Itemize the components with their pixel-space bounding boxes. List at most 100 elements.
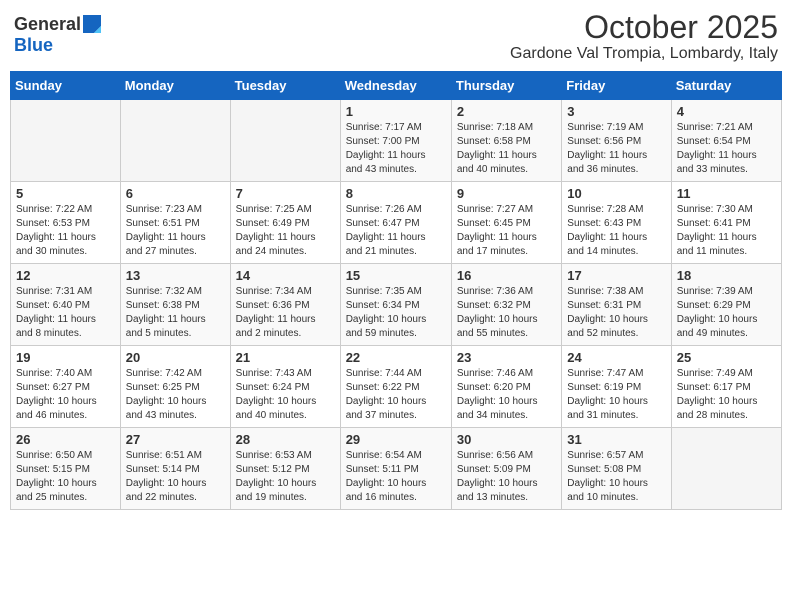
header-saturday: Saturday bbox=[671, 72, 781, 100]
day-info: Sunrise: 7:42 AM Sunset: 6:25 PM Dayligh… bbox=[126, 367, 225, 423]
calendar-cell: 7Sunrise: 7:25 AM Sunset: 6:49 PM Daylig… bbox=[230, 182, 340, 264]
header-monday: Monday bbox=[120, 72, 230, 100]
day-info: Sunrise: 7:30 AM Sunset: 6:41 PM Dayligh… bbox=[677, 203, 776, 259]
day-number: 18 bbox=[677, 268, 776, 283]
header-tuesday: Tuesday bbox=[230, 72, 340, 100]
day-number: 2 bbox=[457, 104, 556, 119]
day-number: 1 bbox=[346, 104, 446, 119]
calendar-cell: 13Sunrise: 7:32 AM Sunset: 6:38 PM Dayli… bbox=[120, 264, 230, 346]
calendar-week-3: 12 Sunrise: 7:31 AM Sunset: 6:40 PM Dayli… bbox=[11, 264, 782, 346]
calendar-cell: 19 Sunrise: 7:40 AM Sunset: 6:27 PM Dayli… bbox=[11, 346, 121, 428]
calendar-table: Sunday Monday Tuesday Wednesday Thursday… bbox=[10, 71, 782, 510]
calendar-week-2: 5 Sunrise: 7:22 AM Sunset: 6:53 PM Daylig… bbox=[11, 182, 782, 264]
day-info: Sunrise: 7:32 AM Sunset: 6:38 PM Dayligh… bbox=[126, 285, 225, 341]
calendar-cell: 28 Sunrise: 6:53 AM Sunset: 5:12 PM Dayli… bbox=[230, 428, 340, 510]
day-number: 14 bbox=[236, 268, 335, 283]
day-number: 22 bbox=[346, 350, 446, 365]
day-info: Sunrise: 6:53 AM Sunset: 5:12 PM Dayligh… bbox=[236, 449, 335, 505]
calendar-cell: 2Sunrise: 7:18 AM Sunset: 6:58 PM Daylig… bbox=[451, 100, 561, 182]
calendar-cell: 3Sunrise: 7:19 AM Sunset: 6:56 PM Daylig… bbox=[562, 100, 671, 182]
day-info: Sunrise: 6:54 AM Sunset: 5:11 PM Dayligh… bbox=[346, 449, 446, 505]
calendar-cell: 18Sunrise: 7:39 AM Sunset: 6:29 PM Dayli… bbox=[671, 264, 781, 346]
day-number: 19 bbox=[16, 350, 115, 365]
calendar-week-1: 1 Sunrise: 7:17 AM Sunset: 7:00 PM Daylig… bbox=[11, 100, 782, 182]
calendar-cell: 30 Sunrise: 6:56 AM Sunset: 5:09 PM Dayli… bbox=[451, 428, 561, 510]
day-number: 4 bbox=[677, 104, 776, 119]
calendar-week-4: 19 Sunrise: 7:40 AM Sunset: 6:27 PM Dayli… bbox=[11, 346, 782, 428]
day-number: 12 bbox=[16, 268, 115, 283]
calendar-cell: 25Sunrise: 7:49 AM Sunset: 6:17 PM Dayli… bbox=[671, 346, 781, 428]
day-info: Sunrise: 7:49 AM Sunset: 6:17 PM Dayligh… bbox=[677, 367, 776, 423]
logo-general-text: General bbox=[14, 14, 81, 35]
day-info: Sunrise: 7:38 AM Sunset: 6:31 PM Dayligh… bbox=[567, 285, 665, 341]
day-info: Sunrise: 7:17 AM Sunset: 7:00 PM Dayligh… bbox=[346, 121, 446, 177]
day-info: Sunrise: 6:57 AM Sunset: 5:08 PM Dayligh… bbox=[567, 449, 665, 505]
calendar-cell: 24 Sunrise: 7:47 AM Sunset: 6:19 PM Dayli… bbox=[562, 346, 671, 428]
calendar-cell: 10 Sunrise: 7:28 AM Sunset: 6:43 PM Dayli… bbox=[562, 182, 671, 264]
calendar-cell: 31 Sunrise: 6:57 AM Sunset: 5:08 PM Dayli… bbox=[562, 428, 671, 510]
location-title: Gardone Val Trompia, Lombardy, Italy bbox=[510, 45, 778, 63]
calendar-week-5: 26 Sunrise: 6:50 AM Sunset: 5:15 PM Dayli… bbox=[11, 428, 782, 510]
day-info: Sunrise: 7:43 AM Sunset: 6:24 PM Dayligh… bbox=[236, 367, 335, 423]
day-info: Sunrise: 7:27 AM Sunset: 6:45 PM Dayligh… bbox=[457, 203, 556, 259]
calendar-cell: 5 Sunrise: 7:22 AM Sunset: 6:53 PM Daylig… bbox=[11, 182, 121, 264]
day-info: Sunrise: 6:50 AM Sunset: 5:15 PM Dayligh… bbox=[16, 449, 115, 505]
day-number: 26 bbox=[16, 432, 115, 447]
day-number: 30 bbox=[457, 432, 556, 447]
calendar-cell: 6 Sunrise: 7:23 AM Sunset: 6:51 PM Daylig… bbox=[120, 182, 230, 264]
day-number: 21 bbox=[236, 350, 335, 365]
title-block: October 2025 Gardone Val Trompia, Lombar… bbox=[510, 10, 778, 63]
day-info: Sunrise: 7:34 AM Sunset: 6:36 PM Dayligh… bbox=[236, 285, 335, 341]
day-info: Sunrise: 7:26 AM Sunset: 6:47 PM Dayligh… bbox=[346, 203, 446, 259]
day-info: Sunrise: 7:28 AM Sunset: 6:43 PM Dayligh… bbox=[567, 203, 665, 259]
day-info: Sunrise: 7:31 AM Sunset: 6:40 PM Dayligh… bbox=[16, 285, 115, 341]
calendar-cell: 16Sunrise: 7:36 AM Sunset: 6:32 PM Dayli… bbox=[451, 264, 561, 346]
calendar-cell: 8 Sunrise: 7:26 AM Sunset: 6:47 PM Daylig… bbox=[340, 182, 451, 264]
header-sunday: Sunday bbox=[11, 72, 121, 100]
day-info: Sunrise: 7:44 AM Sunset: 6:22 PM Dayligh… bbox=[346, 367, 446, 423]
logo-icon bbox=[83, 15, 101, 33]
day-info: Sunrise: 7:23 AM Sunset: 6:51 PM Dayligh… bbox=[126, 203, 225, 259]
day-info: Sunrise: 6:56 AM Sunset: 5:09 PM Dayligh… bbox=[457, 449, 556, 505]
day-number: 6 bbox=[126, 186, 225, 201]
day-info: Sunrise: 6:51 AM Sunset: 5:14 PM Dayligh… bbox=[126, 449, 225, 505]
day-number: 20 bbox=[126, 350, 225, 365]
calendar-cell: 12 Sunrise: 7:31 AM Sunset: 6:40 PM Dayli… bbox=[11, 264, 121, 346]
calendar-cell: 1 Sunrise: 7:17 AM Sunset: 7:00 PM Daylig… bbox=[340, 100, 451, 182]
day-number: 10 bbox=[567, 186, 665, 201]
calendar-cell: 20 Sunrise: 7:42 AM Sunset: 6:25 PM Dayli… bbox=[120, 346, 230, 428]
day-number: 5 bbox=[16, 186, 115, 201]
header-thursday: Thursday bbox=[451, 72, 561, 100]
day-number: 8 bbox=[346, 186, 446, 201]
calendar-cell bbox=[230, 100, 340, 182]
calendar-cell bbox=[11, 100, 121, 182]
day-number: 28 bbox=[236, 432, 335, 447]
page-header: General Blue October 2025 Gardone Val Tr… bbox=[10, 10, 782, 63]
logo: General Blue bbox=[14, 14, 101, 56]
day-info: Sunrise: 7:35 AM Sunset: 6:34 PM Dayligh… bbox=[346, 285, 446, 341]
day-number: 31 bbox=[567, 432, 665, 447]
month-title: October 2025 bbox=[510, 10, 778, 45]
day-number: 24 bbox=[567, 350, 665, 365]
day-info: Sunrise: 7:22 AM Sunset: 6:53 PM Dayligh… bbox=[16, 203, 115, 259]
calendar-cell: 21 Sunrise: 7:43 AM Sunset: 6:24 PM Dayli… bbox=[230, 346, 340, 428]
calendar-header-row: Sunday Monday Tuesday Wednesday Thursday… bbox=[11, 72, 782, 100]
day-number: 7 bbox=[236, 186, 335, 201]
calendar-cell: 4Sunrise: 7:21 AM Sunset: 6:54 PM Daylig… bbox=[671, 100, 781, 182]
day-number: 16 bbox=[457, 268, 556, 283]
day-info: Sunrise: 7:40 AM Sunset: 6:27 PM Dayligh… bbox=[16, 367, 115, 423]
day-info: Sunrise: 7:46 AM Sunset: 6:20 PM Dayligh… bbox=[457, 367, 556, 423]
calendar-cell bbox=[120, 100, 230, 182]
calendar-cell bbox=[671, 428, 781, 510]
calendar-cell: 17Sunrise: 7:38 AM Sunset: 6:31 PM Dayli… bbox=[562, 264, 671, 346]
calendar-cell: 9 Sunrise: 7:27 AM Sunset: 6:45 PM Daylig… bbox=[451, 182, 561, 264]
calendar-cell: 22 Sunrise: 7:44 AM Sunset: 6:22 PM Dayli… bbox=[340, 346, 451, 428]
header-wednesday: Wednesday bbox=[340, 72, 451, 100]
logo-blue-text: Blue bbox=[14, 35, 53, 56]
calendar-cell: 29Sunrise: 6:54 AM Sunset: 5:11 PM Dayli… bbox=[340, 428, 451, 510]
calendar-cell: 14 Sunrise: 7:34 AM Sunset: 6:36 PM Dayli… bbox=[230, 264, 340, 346]
calendar-cell: 27Sunrise: 6:51 AM Sunset: 5:14 PM Dayli… bbox=[120, 428, 230, 510]
day-info: Sunrise: 7:47 AM Sunset: 6:19 PM Dayligh… bbox=[567, 367, 665, 423]
day-number: 9 bbox=[457, 186, 556, 201]
calendar-cell: 26 Sunrise: 6:50 AM Sunset: 5:15 PM Dayli… bbox=[11, 428, 121, 510]
